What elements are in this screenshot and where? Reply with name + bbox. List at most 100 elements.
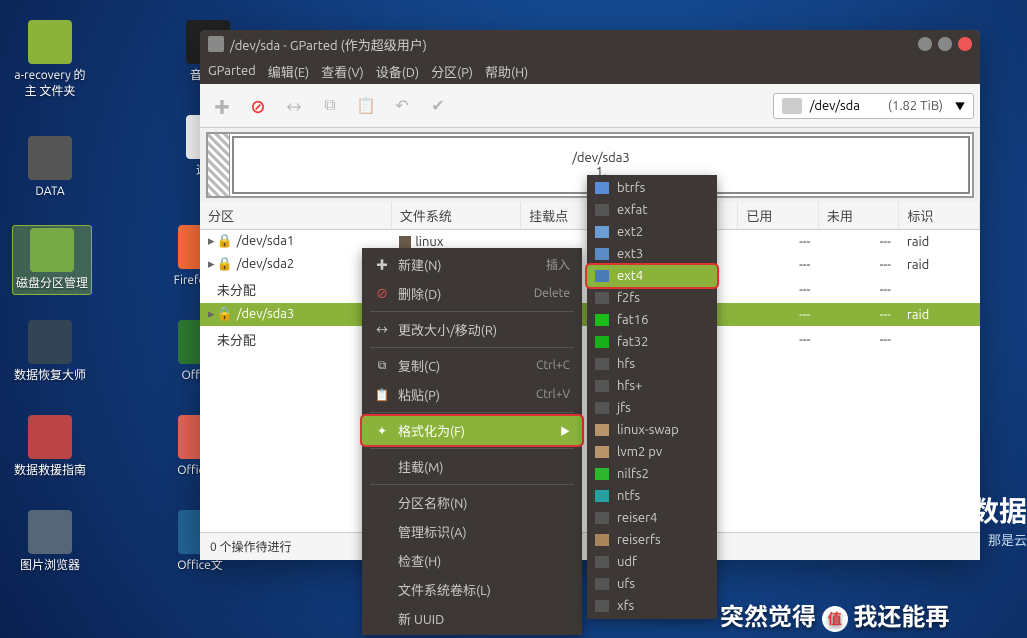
icon-label: Office文 [160,558,240,574]
cell-used: --- [738,253,819,276]
menuitem-新建(N)[interactable]: ✚新建(N)插入 [362,250,582,279]
paste-button[interactable]: 📋 [350,90,382,122]
context-menu[interactable]: ✚新建(N)插入⊘删除(D)Delete ↔更改大小/移动(R) ⧉ 复制(C) Ctr… [362,248,582,635]
resize-button[interactable]: ↔ [278,90,310,122]
fs-lvm2 pv[interactable]: lvm2 pv [587,441,717,463]
desktop-icon-图片浏览器[interactable]: 图片浏览器 [10,510,90,574]
fs-hfs+[interactable]: hfs+ [587,375,717,397]
desktop-icon-磁盘分区管理[interactable]: 磁盘分区管理 [12,225,92,295]
fs-f2fs[interactable]: f2fs [587,287,717,309]
menu-accel: Ctrl+V [536,388,570,401]
icon-label: 磁盘分区管理 [15,276,89,292]
fs-nilfs2[interactable]: nilfs2 [587,463,717,485]
cell-used: --- [738,326,819,353]
menu-label: 文件系统卷标(L) [398,580,570,599]
fs-label: reiser4 [617,511,657,525]
fs-label: fat16 [617,313,648,327]
copy-button[interactable]: ⧉ [314,90,346,122]
titlebar[interactable]: /dev/sda - GParted (作为超级用户) [200,30,980,58]
fs-label: xfs [617,599,634,613]
fs-label: f2fs [617,291,640,305]
cell-free: --- [818,253,899,276]
fs-xfs[interactable]: xfs [587,595,717,617]
fs-fat32[interactable]: fat32 [587,331,717,353]
menuitem-分区名称(N)[interactable]: 分区名称(N) [362,488,582,517]
cell-free: --- [818,276,899,303]
menu-label: 新 UUID [398,609,570,628]
cell-flag [899,326,980,353]
filesystem-submenu[interactable]: btrfs exfat ext2ext3ext4 f2fs fat16 fat32hfsh… [587,175,717,619]
col-分区[interactable]: 分区 [200,202,391,230]
desktop-icon-DATA[interactable]: DATA [10,136,90,200]
menuitem-检查(H)[interactable]: 检查(H) [362,546,582,575]
fs-label: exfat [617,203,647,217]
menu-label: 删除(D) [398,284,526,303]
col-文件系统[interactable]: 文件系统 [391,202,520,230]
cell-used: --- [738,230,819,254]
menuitem-新 UUID[interactable]: 新 UUID [362,604,582,633]
maximize-button[interactable] [938,37,952,51]
desktop-icon-数据恢复大师[interactable]: 数据恢复大师 [10,320,90,384]
menuitem-管理标识(A)[interactable]: 管理标识(A) [362,517,582,546]
delete-button[interactable]: ⊘ [242,90,274,122]
menu-编辑(E)[interactable]: 编辑(E) [268,62,309,81]
fs-ufs[interactable]: ufs [587,573,717,595]
menu-设备(D)[interactable]: 设备(D) [376,62,419,81]
menu-帮助(H)[interactable]: 帮助(H) [485,62,528,81]
fs-fat16[interactable]: fat16 [587,309,717,331]
cell-free: --- [818,326,899,353]
menu-icon: ⧉ [374,359,390,373]
fs-udf[interactable]: udf [587,551,717,573]
undo-button[interactable]: ↶ [386,90,418,122]
menu-查看(V)[interactable]: 查看(V) [321,62,363,81]
close-button[interactable] [958,37,972,51]
apply-button[interactable]: ✔ [422,90,454,122]
fs-btrfs[interactable]: btrfs [587,177,717,199]
col-已用[interactable]: 已用 [738,202,819,230]
desktop-icon-数据救援指南[interactable]: 数据救援指南 [10,415,90,479]
fs-label: ntfs [617,489,640,503]
col-标识[interactable]: 标识 [899,202,980,230]
new-button[interactable]: ✚ [206,90,238,122]
fs-hfs[interactable]: hfs [587,353,717,375]
fs-swatch-icon [595,336,609,348]
device-selector[interactable]: /dev/sda (1.82 TiB) ▼ [773,93,974,119]
fs-ntfs[interactable]: ntfs [587,485,717,507]
fs-ext2[interactable]: ext2 [587,221,717,243]
menuitem-挂载(M)[interactable]: 挂载(M) [362,452,582,481]
menu-label: 检查(H) [398,551,570,570]
fs-reiser4[interactable]: reiser4 [587,507,717,529]
menu-label: 复制(C) [398,356,528,375]
fs-swatch-icon [595,446,609,458]
graphic-label: /dev/sda3 [572,151,630,165]
menuitem-格式化为(F)[interactable]: ✦格式化为(F)▶ [362,416,582,445]
cell-used: --- [738,303,819,326]
app-icon [28,320,72,364]
cell-flag: raid [899,303,980,326]
menu-accel: Ctrl+C [536,359,570,372]
menu-label: 分区名称(N) [398,493,570,512]
menu-GParted[interactable]: GParted [208,64,256,78]
device-size: (1.82 TiB) [888,99,943,113]
menuitem-删除(D)[interactable]: ⊘删除(D)Delete [362,279,582,308]
app-icon [208,36,224,52]
menu-分区(P)[interactable]: 分区(P) [431,62,473,81]
fs-jfs[interactable]: jfs [587,397,717,419]
menuitem-复制(C)[interactable]: ⧉ 复制(C) Ctrl+C [362,351,582,380]
cell-flag: raid [899,253,980,276]
desktop-icon-a-recovery-的主-文件夹[interactable]: a-recovery 的主 文件夹 [10,20,90,99]
fs-ext4[interactable]: ext4 [587,265,717,287]
cell-free: --- [818,230,899,254]
fs-linux-swap[interactable]: linux-swap [587,419,717,441]
fs-swatch-icon [595,600,609,612]
menu-label: 挂载(M) [398,457,570,476]
fs-ext3[interactable]: ext3 [587,243,717,265]
menuitem-粘贴(P)[interactable]: 📋粘贴(P)Ctrl+V [362,380,582,409]
fs-exfat[interactable]: exfat [587,199,717,221]
menubar[interactable]: GParted 编辑(E) 查看(V) 设备(D) 分区(P) 帮助(H) [200,58,980,84]
menuitem-更改大小/移动(R)[interactable]: ↔更改大小/移动(R) [362,315,582,344]
menuitem-文件系统卷标(L)[interactable]: 文件系统卷标(L) [362,575,582,604]
fs-reiserfs[interactable]: reiserfs [587,529,717,551]
minimize-button[interactable] [918,37,932,51]
col-未用[interactable]: 未用 [818,202,899,230]
